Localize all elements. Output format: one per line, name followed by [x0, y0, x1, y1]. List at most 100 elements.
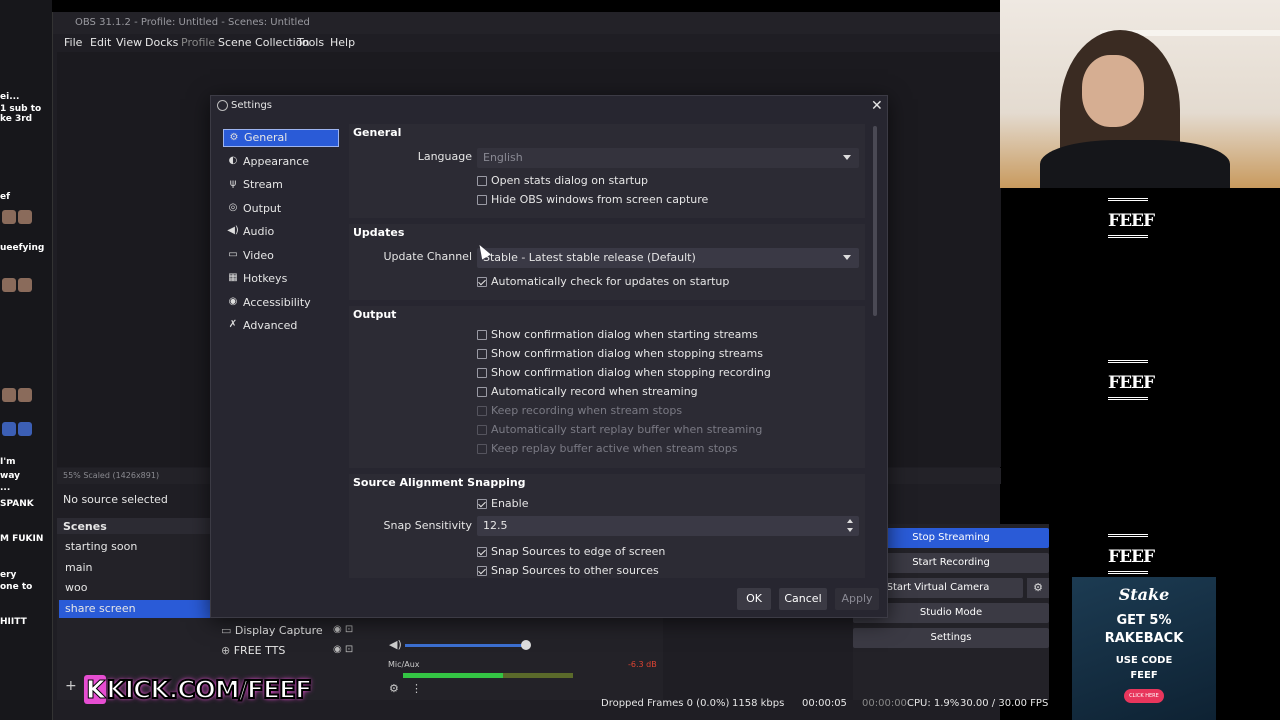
- nav-video[interactable]: ▭ Video: [223, 247, 339, 265]
- eye-icon[interactable]: ◉ ⊡: [333, 624, 353, 635]
- ok-button[interactable]: OK: [737, 588, 771, 610]
- update-channel-select[interactable]: Stable - Latest stable release (Default): [477, 248, 859, 268]
- checkbox-label: Show confirmation dialog when starting s…: [491, 328, 758, 341]
- checkbox-box: [477, 406, 487, 416]
- language-select[interactable]: English: [477, 148, 859, 168]
- auto-record-checkbox[interactable]: Automatically record when streaming: [477, 385, 698, 401]
- nav-label: Stream: [243, 178, 283, 191]
- chat-text: HIITT: [0, 617, 27, 627]
- kick-url-text: KICK.COM/FEEF: [105, 674, 313, 705]
- add-scene-icon[interactable]: +: [65, 678, 77, 694]
- chat-text: ei...: [0, 92, 20, 102]
- gear-icon[interactable]: ⚙: [389, 682, 399, 695]
- scenes-header: Scenes: [57, 518, 213, 534]
- menu-help[interactable]: Help: [330, 36, 355, 49]
- kick-logo: K: [84, 675, 107, 705]
- checkbox-box: [477, 330, 487, 340]
- menu-profile[interactable]: Profile: [181, 36, 215, 49]
- settings-dialog: Settings ✕ ⚙ General ◐ Appearance ψ Stream …: [210, 95, 888, 618]
- auto-check-updates-checkbox[interactable]: Automatically check for updates on start…: [477, 275, 729, 291]
- apply-button[interactable]: Apply: [835, 588, 879, 610]
- nav-stream[interactable]: ψ Stream: [223, 176, 339, 194]
- checkbox-label: Keep recording when stream stops: [491, 404, 683, 417]
- source-item[interactable]: ▭ Display Capture: [221, 624, 323, 637]
- snap-other-checkbox[interactable]: Snap Sources to other sources: [477, 564, 659, 578]
- dropped-frames: Dropped Frames 0 (0.0%): [601, 698, 730, 709]
- streamer-face: [1082, 55, 1144, 127]
- gear-icon: ⚙: [229, 132, 239, 143]
- stake-offer-line2: RAKEBACK: [1104, 631, 1184, 646]
- source-item[interactable]: ⊕ FREE TTS: [221, 644, 285, 657]
- checkbox-box: [477, 349, 487, 359]
- nav-accessibility[interactable]: ◉ Accessibility: [223, 294, 339, 312]
- more-icon[interactable]: ⋮: [411, 682, 422, 695]
- scene-item[interactable]: starting soon: [59, 538, 213, 556]
- language-value: English: [483, 151, 523, 164]
- scene-item[interactable]: main: [59, 559, 213, 577]
- settings-button[interactable]: Settings: [853, 628, 1049, 648]
- update-channel-label: Update Channel: [383, 250, 473, 263]
- webcam-feed: [1000, 0, 1280, 188]
- speaker-icon[interactable]: ◀): [389, 638, 402, 651]
- scene-item-selected[interactable]: share screen: [59, 600, 213, 618]
- confirm-stop-recording-checkbox[interactable]: Show confirmation dialog when stopping r…: [477, 366, 771, 382]
- checkbox-box: [477, 387, 487, 397]
- menu-view[interactable]: View: [116, 36, 142, 49]
- feef-logo: FEEF: [1108, 198, 1155, 238]
- mixer-db-label: -6.3 dB: [628, 660, 657, 669]
- checkbox-label: Automatically start replay buffer when s…: [491, 423, 763, 436]
- checkbox-box: [477, 547, 487, 557]
- chat-text: SPANK: [0, 499, 34, 509]
- open-stats-checkbox[interactable]: Open stats dialog on startup: [477, 174, 648, 190]
- spin-up-icon[interactable]: [847, 519, 853, 523]
- snap-edge-checkbox[interactable]: Snap Sources to edge of screen: [477, 545, 665, 561]
- chat-emote-icon: [2, 278, 16, 292]
- group-title: Updates: [353, 226, 405, 239]
- preview-zoom-text: 55% Scaled (1426x891): [63, 471, 160, 480]
- volume-slider-handle[interactable]: [521, 640, 531, 650]
- nav-output[interactable]: ◎ Output: [223, 200, 339, 218]
- nav-label: Hotkeys: [243, 272, 288, 285]
- stake-ad: Stake GET 5% RAKEBACK USE CODE FEEF CLIC…: [1072, 577, 1216, 720]
- menu-tools[interactable]: Tools: [297, 36, 324, 49]
- settings-scrollbar[interactable]: [873, 126, 877, 316]
- checkbox-label: Keep replay buffer active when stream st…: [491, 442, 738, 455]
- nav-advanced[interactable]: ✗ Advanced: [223, 317, 339, 335]
- nav-audio[interactable]: ◀) Audio: [223, 223, 339, 241]
- menu-scene-collection[interactable]: Scene Collection: [218, 36, 309, 49]
- language-label: Language: [417, 150, 472, 163]
- stake-code-label: USE CODE: [1115, 655, 1173, 666]
- checkbox-label: Automatically check for updates on start…: [491, 275, 730, 288]
- settings-content: General Language English Open stats dial…: [349, 124, 869, 578]
- volume-slider[interactable]: [405, 644, 525, 647]
- snap-sensitivity-spinbox[interactable]: 12.5: [477, 516, 859, 536]
- nav-appearance[interactable]: ◐ Appearance: [223, 153, 339, 171]
- checkbox-box: [477, 176, 487, 186]
- menu-file[interactable]: File: [64, 36, 82, 49]
- nav-hotkeys[interactable]: ▦ Hotkeys: [223, 270, 339, 288]
- snapping-enable-checkbox[interactable]: Enable: [477, 497, 528, 513]
- menu-docks[interactable]: Docks: [145, 36, 178, 49]
- cancel-button[interactable]: Cancel: [779, 588, 827, 610]
- source-label: Display Capture: [234, 624, 323, 637]
- speaker-icon: ◀): [227, 225, 239, 236]
- eye-icon[interactable]: ◉ ⊡: [333, 644, 353, 655]
- chat-emote-icon: [2, 388, 16, 402]
- nav-label: Audio: [243, 225, 275, 238]
- hide-obs-checkbox[interactable]: Hide OBS windows from screen capture: [477, 193, 708, 209]
- nav-general[interactable]: ⚙ General: [223, 129, 339, 147]
- chat-text: ef: [0, 192, 11, 202]
- virtual-camera-settings-gear-icon[interactable]: ⚙: [1027, 578, 1049, 598]
- spin-down-icon[interactable]: [847, 528, 853, 532]
- close-icon[interactable]: ✕: [871, 98, 883, 114]
- confirm-stop-stream-checkbox[interactable]: Show confirmation dialog when stopping s…: [477, 347, 763, 363]
- auto-replay-buffer-checkbox: Automatically start replay buffer when s…: [477, 423, 762, 439]
- checkbox-box: [477, 444, 487, 454]
- confirm-start-stream-checkbox[interactable]: Show confirmation dialog when starting s…: [477, 328, 758, 344]
- chat-overlay: ei... 1 sub to ke 3rd ef ueefying I'm wa…: [0, 0, 52, 720]
- chat-emote-icon: [18, 388, 32, 402]
- chat-text: way: [0, 471, 20, 481]
- menu-edit[interactable]: Edit: [90, 36, 111, 49]
- checkbox-box: [477, 195, 487, 205]
- scene-item[interactable]: woo: [59, 579, 213, 597]
